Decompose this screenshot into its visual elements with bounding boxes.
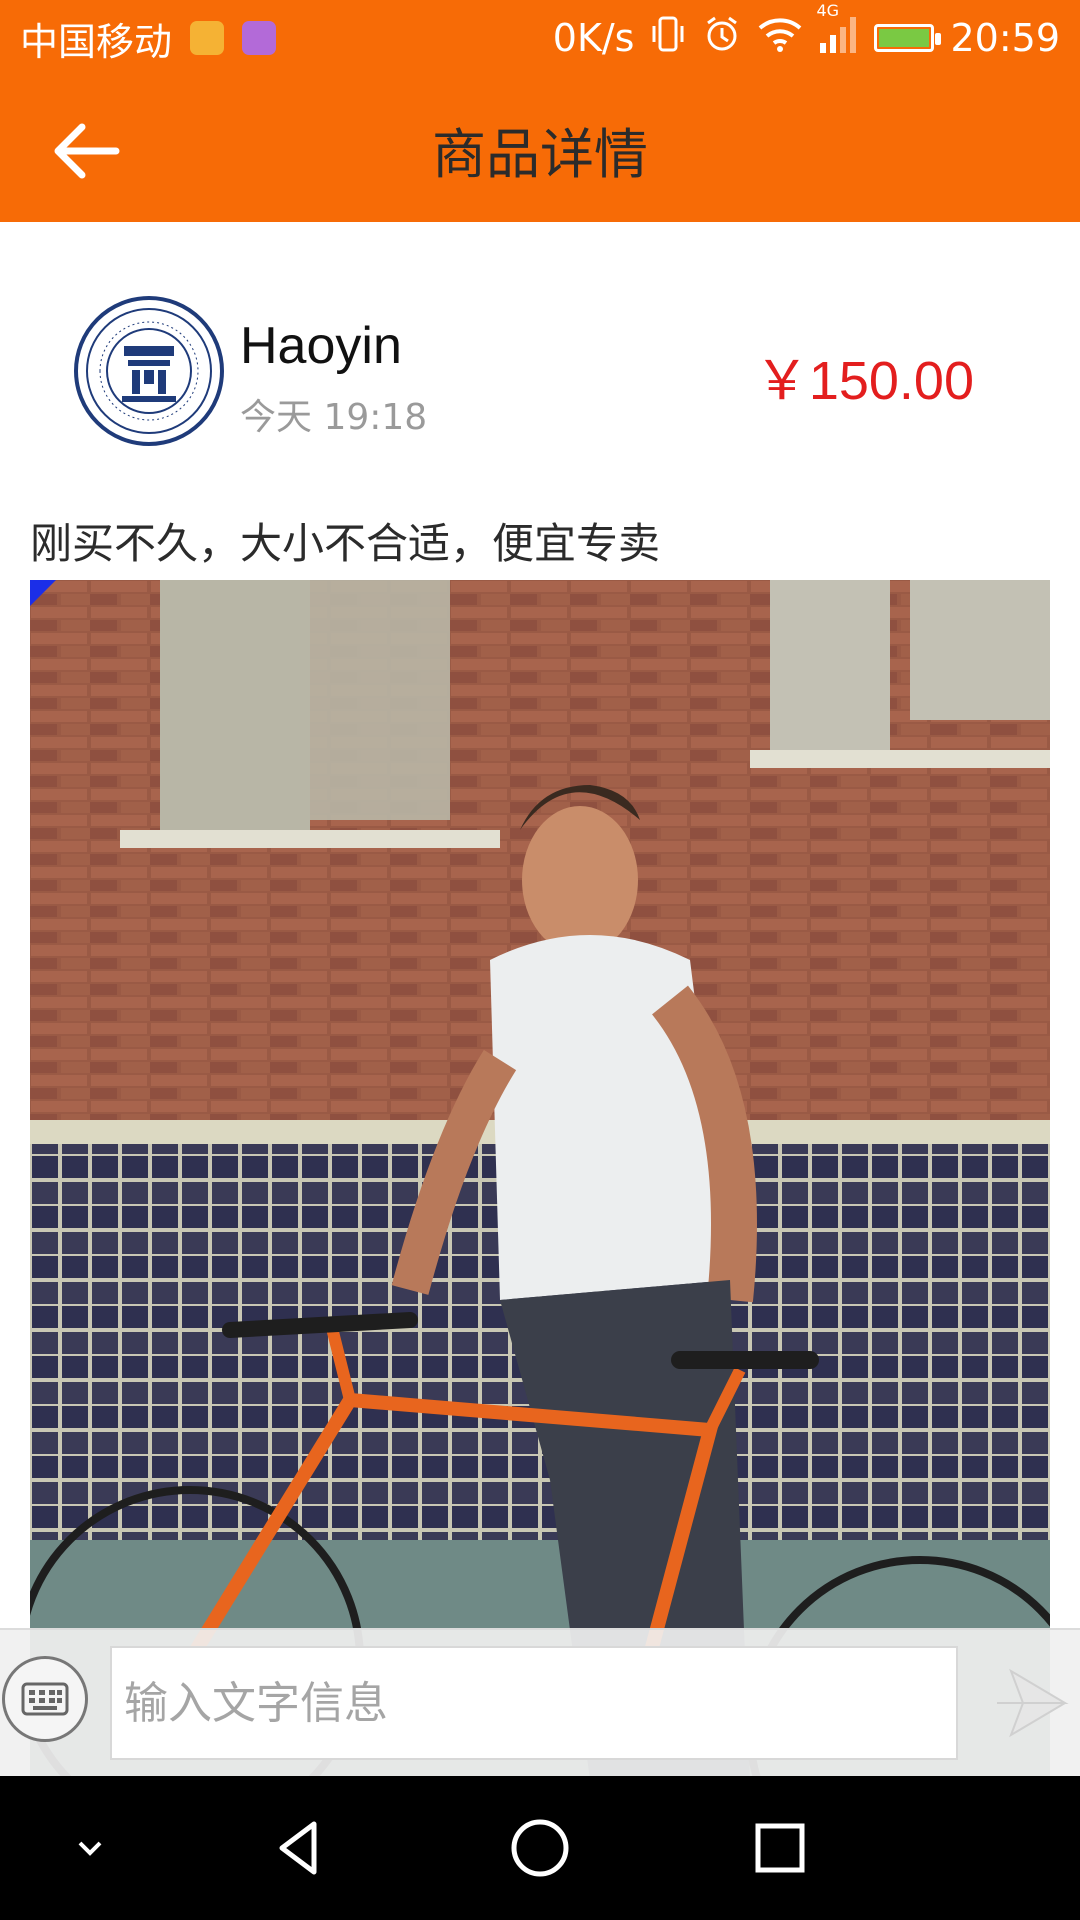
status-bar: 中国移动 0K/s 4G 20:59 <box>0 0 1080 76</box>
message-input-bar <box>0 1628 1080 1778</box>
circle-home-icon <box>511 1819 569 1877</box>
nav-recents-button[interactable] <box>730 1798 830 1898</box>
page-title: 商品详情 <box>432 122 648 186</box>
clock: 20:59 <box>950 16 1060 60</box>
nav-back-button[interactable] <box>250 1798 350 1898</box>
gallery-notification-icon <box>242 21 277 55</box>
back-button[interactable] <box>40 106 130 196</box>
triangle-back-icon <box>279 1821 317 1875</box>
battery-icon <box>874 24 942 52</box>
vibrate-icon <box>650 14 686 63</box>
signal-icon: 4G <box>816 1 858 62</box>
net-speed: 0K/s <box>552 16 635 60</box>
keyboard-toggle-button[interactable] <box>2 1656 88 1742</box>
network-type: 4G <box>816 0 840 20</box>
nav-home-button[interactable] <box>490 1798 590 1898</box>
arrow-left-icon <box>54 123 120 179</box>
send-button[interactable] <box>986 1658 1076 1748</box>
system-nav-bar <box>0 1776 1080 1920</box>
seller-info: Haoyin 今天 19:18 ￥150.00 <box>74 296 1074 446</box>
product-photo <box>30 580 1050 1780</box>
square-recents-icon <box>755 1823 805 1873</box>
chevron-down-icon <box>78 1841 102 1856</box>
hide-keyboard-button[interactable] <box>40 1798 140 1898</box>
send-icon <box>997 1668 1069 1738</box>
message-input[interactable] <box>110 1646 958 1760</box>
wifi-icon <box>758 16 802 61</box>
product-image[interactable] <box>30 580 1050 1780</box>
keyboard-icon <box>21 1682 69 1716</box>
app-notification-icon <box>190 21 225 55</box>
title-bar: 商品详情 <box>0 76 1080 222</box>
corner-marker <box>30 580 56 606</box>
price: ￥150.00 <box>754 351 974 411</box>
carrier-label: 中国移动 <box>20 19 173 64</box>
alarm-icon <box>702 14 742 63</box>
product-description: 刚买不久，大小不合适，便宜专卖 <box>30 519 661 568</box>
